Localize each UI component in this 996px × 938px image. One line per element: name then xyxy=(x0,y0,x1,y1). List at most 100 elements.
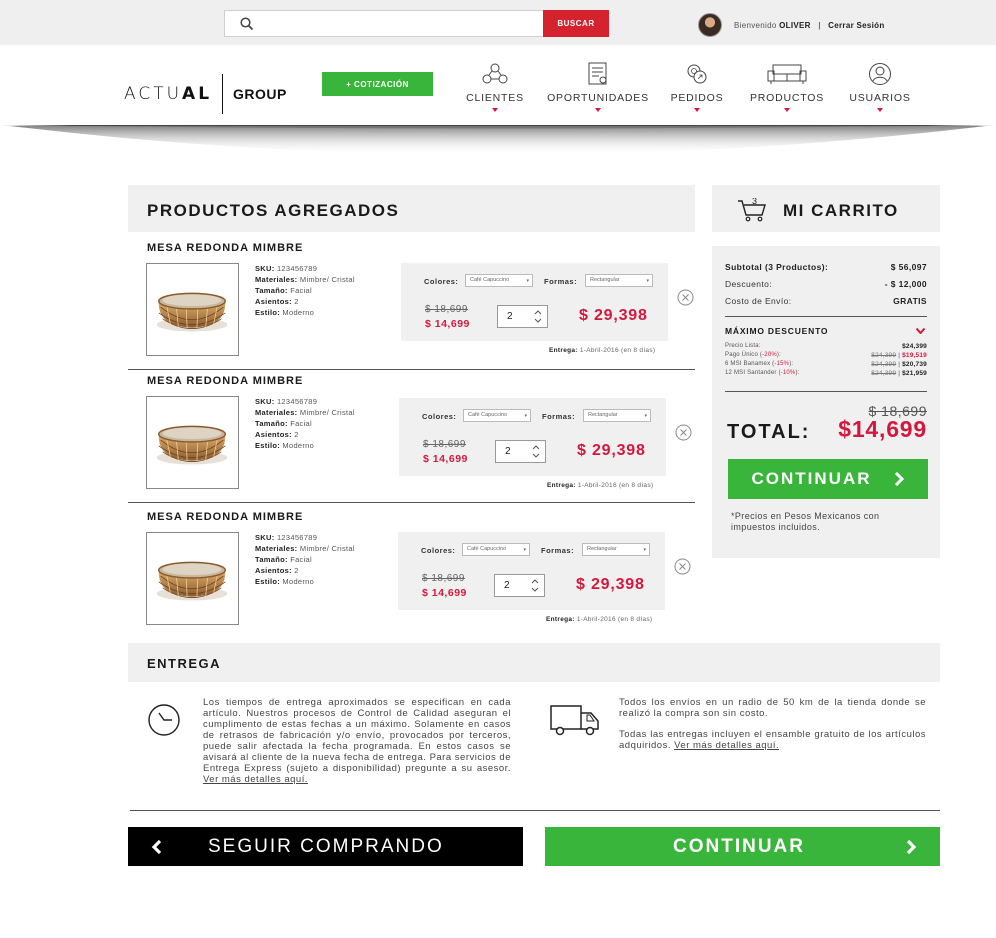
quantity-value: 2 xyxy=(505,446,511,457)
header-shadow xyxy=(0,125,996,155)
chevron-down-icon[interactable] xyxy=(916,328,925,334)
chevron-down-icon: ▾ xyxy=(526,278,529,284)
header: ACTUAL GROUP + COTIZACIÓN CLIENTES OPORT… xyxy=(0,45,996,126)
stepper-arrows-icon[interactable] xyxy=(532,444,540,459)
discount-option-row[interactable]: 6 MSI Banamex (-15%): $24,399 | $20,739 xyxy=(725,361,927,368)
product-row: MESA REDONDA MIMBRE SKU: 123456789 Materia… xyxy=(128,509,695,637)
stepper-arrows-icon[interactable] xyxy=(534,309,542,324)
product-image-frame[interactable] xyxy=(146,532,239,625)
discount-option-old: $24,399 xyxy=(871,352,897,359)
delivery-info: Los tiempos de entrega aproximados se es… xyxy=(203,697,511,774)
shipping-info: Todos los envíos en un radio de 50 km de… xyxy=(619,697,926,719)
discount-option-row[interactable]: Pago Único (-20%): $24,399 | $19,519 xyxy=(725,352,927,359)
shape-value: Rectangular xyxy=(588,412,618,418)
delivery-date: Entrega: 1-Abril-2016 (en 8 días) xyxy=(546,616,652,623)
keep-shopping-button[interactable]: SEGUIR COMPRANDO xyxy=(128,827,523,866)
page: BUSCAR Bienvenido OLIVER | Cerrar Sesión… xyxy=(0,0,996,938)
quantity-stepper[interactable]: 2 xyxy=(494,574,545,597)
colors-label: Colores: xyxy=(421,546,456,555)
product-specs: SKU: 123456789 Materiales: Mimbre/ Crista… xyxy=(255,532,355,587)
shape-select[interactable]: Rectangular ▾ xyxy=(582,543,650,556)
product-options: Colores: Café Capuccino ▾ Formas: Rectangula… xyxy=(399,398,666,476)
remove-icon[interactable] xyxy=(677,289,694,306)
color-select[interactable]: Café Capuccino ▾ xyxy=(462,543,530,556)
product-specs: SKU: 123456789 Materiales: Mimbre/ Crista… xyxy=(255,263,355,318)
details-link[interactable]: Ver más detalles aquí. xyxy=(203,774,308,785)
spec-label: SKU: xyxy=(255,264,275,273)
shapes-label: Formas: xyxy=(542,412,576,421)
discount-option-old: $24,399 xyxy=(871,370,897,377)
top-bar: BUSCAR Bienvenido OLIVER | Cerrar Sesión xyxy=(0,0,996,45)
products-header: PRODUCTOS AGREGADOS xyxy=(128,185,695,232)
product-image xyxy=(156,425,228,465)
max-discount-title[interactable]: MÁXIMO DESCUENTO xyxy=(725,326,828,336)
product-image-frame[interactable] xyxy=(146,263,239,356)
delivery-label: Entrega: xyxy=(547,482,576,489)
delivery-text-left: Los tiempos de entrega aproximados se es… xyxy=(203,697,511,785)
spec-label: Estilo: xyxy=(255,577,281,586)
search-button[interactable]: BUSCAR xyxy=(543,10,609,37)
welcome-separator: | xyxy=(818,21,821,30)
spec-label: Asientos: xyxy=(255,297,292,306)
nav-clientes[interactable]: CLIENTES xyxy=(466,45,524,126)
cart-count: 3 xyxy=(752,198,757,206)
add-quote-button[interactable]: + COTIZACIÓN xyxy=(322,72,433,96)
discount-value: - $ 12,000 xyxy=(884,279,927,289)
logo[interactable]: ACTUAL GROUP xyxy=(124,74,287,114)
subtotal-value: $ 56,097 xyxy=(890,262,927,272)
total-value: $14,699 xyxy=(838,416,927,442)
chevron-right-icon xyxy=(906,839,917,855)
spec-sku: 123456789 xyxy=(276,533,318,542)
product-title[interactable]: MESA REDONDA MIMBRE xyxy=(147,511,303,523)
spec-label: SKU: xyxy=(255,533,275,542)
nav-productos[interactable]: PRODUCTOS xyxy=(750,45,824,126)
spec-label: SKU: xyxy=(255,397,275,406)
continue-button[interactable]: CONTINUAR xyxy=(545,827,940,866)
orders-icon xyxy=(687,64,707,84)
avatar[interactable] xyxy=(698,13,722,37)
remove-icon[interactable] xyxy=(675,424,692,441)
shipping-row: Costo de Envío: GRATIS xyxy=(725,296,927,306)
remove-icon[interactable] xyxy=(674,558,691,575)
shape-select[interactable]: Rectangular ▾ xyxy=(585,274,653,287)
sofa-icon xyxy=(767,64,807,84)
delivery-date: Entrega: 1-Abril-2016 (en 8 días) xyxy=(549,347,655,354)
search-input[interactable] xyxy=(265,14,535,33)
logo-actual: ACTUAL xyxy=(124,84,212,104)
cart-continue-button[interactable]: CONTINUAR xyxy=(728,459,928,499)
discount-option-row[interactable]: 12 MSI Santander (-10%): $24,399 | $21,95… xyxy=(725,370,927,377)
discount-option-new: $20,739 xyxy=(902,361,927,368)
shipping-label: Costo de Envío: xyxy=(725,296,792,306)
chevron-down-icon xyxy=(492,108,498,112)
nav-label: OPORTUNIDADES xyxy=(547,92,649,104)
spec-label: Tamaño: xyxy=(255,286,288,295)
product-image xyxy=(156,561,228,601)
chevron-down-icon: ▾ xyxy=(646,278,649,284)
logout-link[interactable]: Cerrar Sesión xyxy=(828,21,884,30)
product-title[interactable]: MESA REDONDA MIMBRE xyxy=(147,242,303,254)
product-title[interactable]: MESA REDONDA MIMBRE xyxy=(147,375,303,387)
nav-label: USUARIOS xyxy=(849,92,911,104)
spec-label: Materiales: xyxy=(255,544,298,553)
truck-icon xyxy=(550,705,599,736)
product-image-frame[interactable] xyxy=(146,396,239,489)
color-select[interactable]: Café Capuccino ▾ xyxy=(465,274,533,287)
divider xyxy=(128,369,695,370)
sale-price: $ 14,699 xyxy=(423,453,468,465)
spec-style: Moderno xyxy=(282,441,315,450)
delivery-date: Entrega: 1-Abril-2016 (en 8 días) xyxy=(547,482,653,489)
color-select[interactable]: Café Capuccino ▾ xyxy=(463,409,531,422)
quantity-stepper[interactable]: 2 xyxy=(497,305,548,328)
shape-select[interactable]: Rectangular ▾ xyxy=(583,409,651,422)
nav-oportunidades[interactable]: OPORTUNIDADES xyxy=(547,45,649,126)
sale-price: $ 14,699 xyxy=(422,587,467,599)
spec-size: Facial xyxy=(290,419,312,428)
spec-label: Estilo: xyxy=(255,441,281,450)
delivery-header: ENTREGA xyxy=(128,643,940,682)
stepper-arrows-icon[interactable] xyxy=(531,578,539,593)
nav-usuarios[interactable]: USUARIOS xyxy=(849,45,911,126)
details-link[interactable]: Ver más detalles aquí. xyxy=(674,740,779,751)
nav-pedidos[interactable]: PEDIDOS xyxy=(671,45,723,126)
quantity-stepper[interactable]: 2 xyxy=(495,440,546,463)
sale-price: $ 14,699 xyxy=(425,318,470,330)
